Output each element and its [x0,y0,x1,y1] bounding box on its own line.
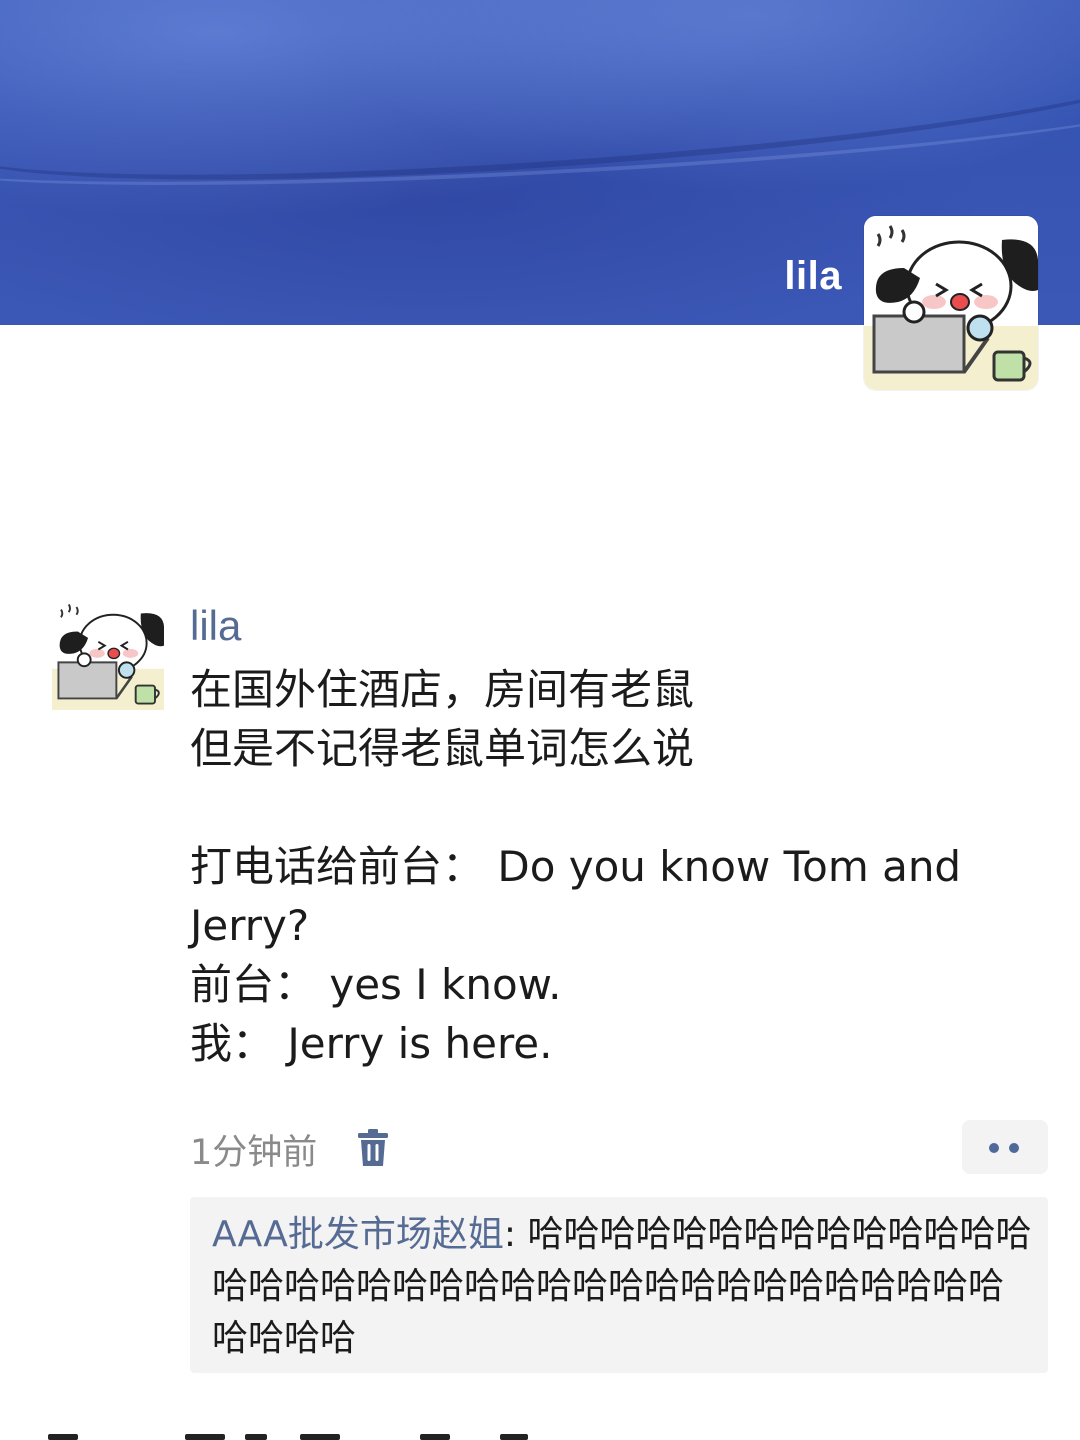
comments-panel: AAA批发市场赵姐: 哈哈哈哈哈哈哈哈哈哈哈哈哈哈哈哈哈哈哈哈哈哈哈哈哈哈哈哈哈… [190,1197,1048,1373]
puppy-laptop-avatar-icon [52,598,164,710]
more-dots-button[interactable] [962,1120,1048,1174]
post-author-name[interactable]: lila [190,600,241,652]
post-text-line: Jerry? [190,901,310,950]
next-post-cutoff [0,1430,1080,1440]
cutoff-glyph [48,1434,78,1440]
post-text: 在国外住酒店，房间有老鼠 但是不记得老鼠单词怎么说 打电话给前台： Do you… [190,660,990,1073]
more-dots-icon [1009,1143,1019,1153]
more-dots-icon [989,1143,999,1153]
comment-separator: : [503,1214,528,1255]
post-text-line [190,778,990,837]
post-meta-row: 1分钟前 [190,1118,1048,1178]
cutoff-glyph [245,1434,267,1440]
profile-avatar[interactable] [864,216,1038,390]
post-text-line: 我： Jerry is here. [190,1019,553,1068]
trash-icon[interactable] [356,1128,390,1168]
post-text-line: 前台： yes I know. [190,960,562,1009]
post-timestamp: 1分钟前 [190,1133,318,1173]
comment-item[interactable]: AAA批发市场赵姐: 哈哈哈哈哈哈哈哈哈哈哈哈哈哈哈哈哈哈哈哈哈哈哈哈哈哈哈哈哈… [212,1209,1032,1365]
cutoff-glyph [300,1434,340,1440]
puppy-laptop-avatar-icon [864,216,1038,390]
post-text-line: 但是不记得老鼠单词怎么说 [190,724,695,773]
post-text-line: 打电话给前台： Do you know Tom and [190,842,962,891]
comment-author[interactable]: AAA批发市场赵姐 [212,1214,504,1255]
cutoff-glyph [500,1434,528,1440]
cutoff-glyph [420,1434,450,1440]
profile-name[interactable]: lila [784,254,842,299]
cutoff-glyph [185,1434,225,1440]
post-author-avatar[interactable] [52,598,164,710]
post-text-line: 在国外住酒店，房间有老鼠 [190,665,695,714]
